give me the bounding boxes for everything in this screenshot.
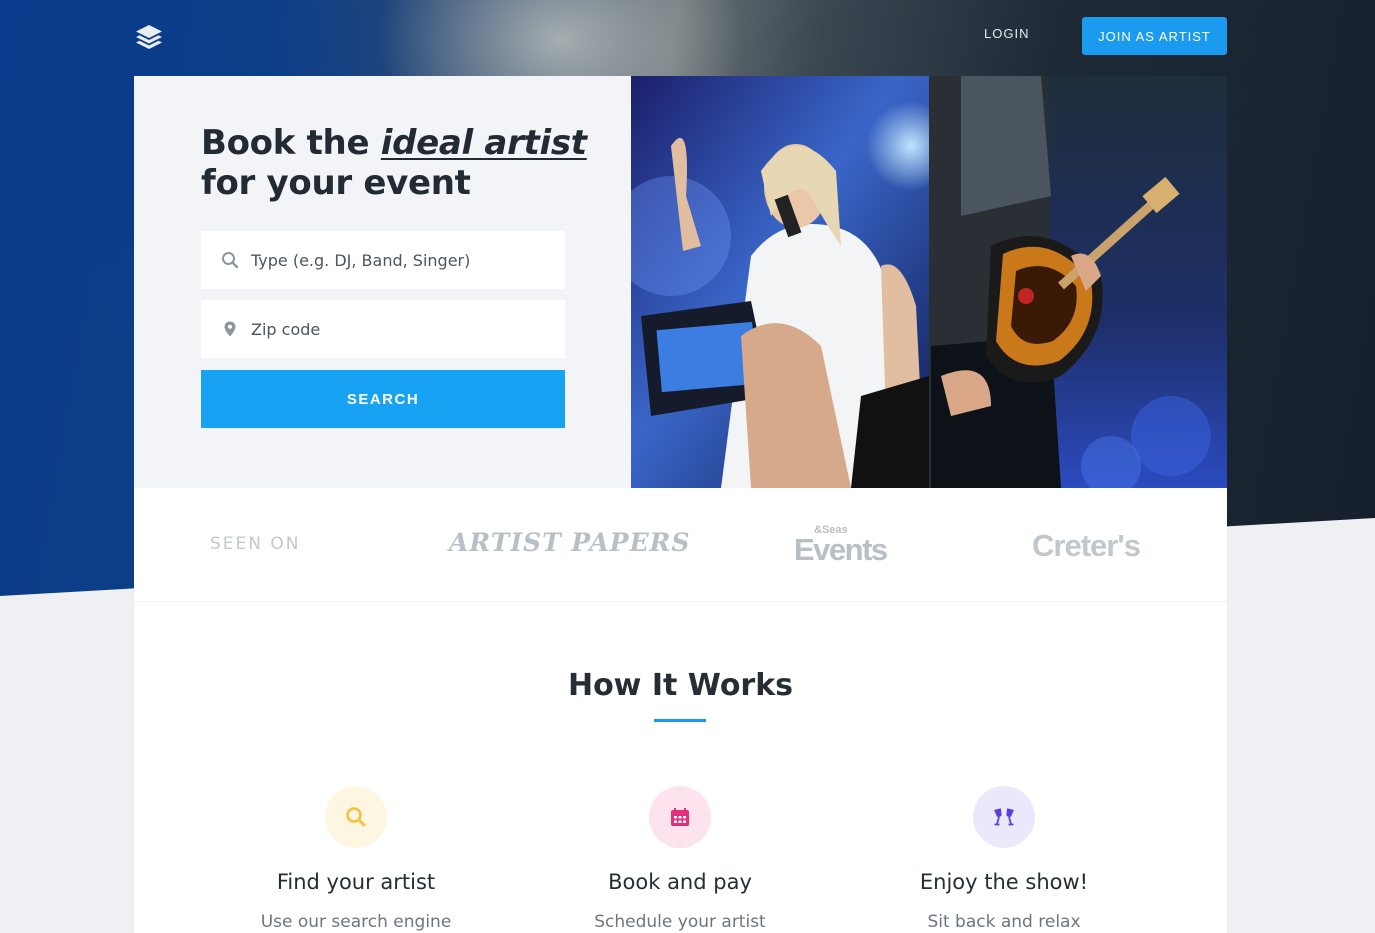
map-pin-icon [221, 320, 239, 338]
login-link[interactable]: LOGIN [984, 26, 1029, 46]
hero-photo [631, 76, 1227, 488]
type-input[interactable]: Type (e.g. DJ, Band, Singer) [201, 231, 565, 289]
events-logo-text: Events [794, 532, 888, 567]
creters-logo: Creter's [1032, 528, 1141, 563]
seen-on-label: SEEN ON [210, 534, 301, 554]
step-title: Book and pay [608, 870, 752, 894]
step-desc: Sit back and relax [927, 912, 1081, 932]
step-book-pay: Book and pay Schedule your artist [520, 786, 840, 933]
events-logo: &Seas Events [792, 524, 892, 568]
title-underline [654, 719, 706, 722]
type-placeholder: Type (e.g. DJ, Band, Singer) [251, 250, 471, 270]
main-card: Book the ideal artist for your event Typ… [134, 76, 1227, 933]
step-find-artist: Find your artist Use our search engine [196, 786, 516, 933]
step-desc: Use our search engine [260, 912, 452, 932]
hero-headline: Book the ideal artist for your event [201, 123, 601, 203]
calendar-icon [649, 786, 711, 848]
step-enjoy-show: Enjoy the show! Sit back and relax [844, 786, 1164, 933]
search-button[interactable]: SEARCH [201, 370, 565, 428]
search-panel: Book the ideal artist for your event Typ… [134, 76, 631, 488]
search-icon [221, 251, 239, 269]
search-icon [325, 786, 387, 848]
seen-on-strip: SEEN ON ARTIST PAPERS &Seas Events Crete… [134, 488, 1227, 602]
artist-papers-logo: ARTIST PAPERS [449, 528, 691, 557]
step-title: Enjoy the show! [919, 870, 1089, 894]
step-title: Find your artist [276, 870, 436, 894]
headline-emphasis: ideal artist [380, 123, 587, 163]
how-it-works-title: How It Works [567, 668, 794, 703]
layers-icon[interactable] [133, 22, 165, 54]
headline-post: for your event [201, 163, 471, 203]
page: LOGIN JOIN AS ARTIST Book the ideal arti… [0, 0, 1375, 933]
join-as-artist-button[interactable]: JOIN AS ARTIST [1082, 17, 1227, 55]
cheers-icon [973, 786, 1035, 848]
zip-placeholder: Zip code [251, 319, 321, 339]
headline-pre: Book the [201, 123, 381, 163]
step-desc: Schedule your artist [594, 912, 766, 932]
zip-code-input[interactable]: Zip code [201, 300, 565, 358]
